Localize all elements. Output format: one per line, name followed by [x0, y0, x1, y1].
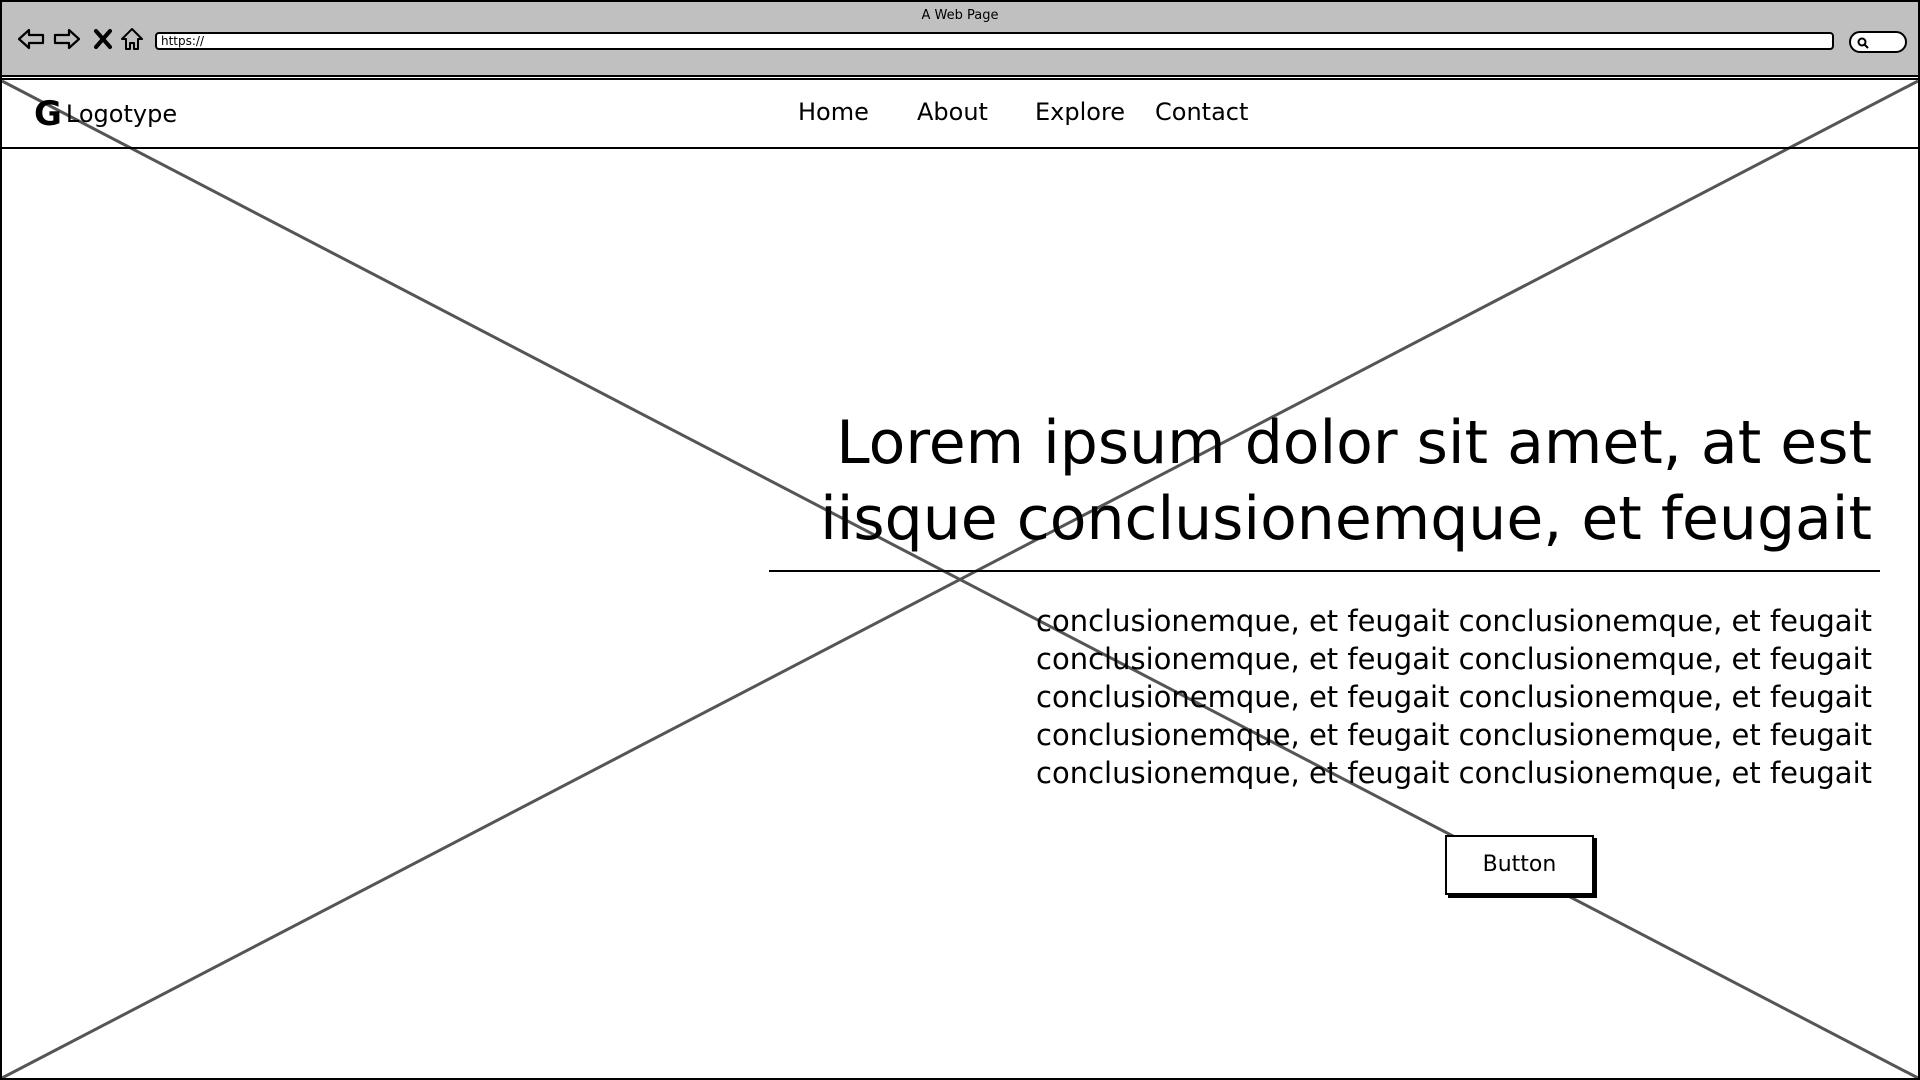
- close-icon[interactable]: [88, 24, 118, 54]
- hero-button[interactable]: Button: [1445, 835, 1594, 895]
- logo-icon: G: [34, 94, 62, 134]
- browser-window: A Web Page https:// G Logotype Home Abou…: [0, 0, 1920, 1080]
- hero-heading: Lorem ipsum dolor sit amet, at est iisqu…: [820, 408, 1872, 554]
- logo-text: Logotype: [65, 100, 178, 128]
- nav-link-explore[interactable]: Explore: [1035, 98, 1125, 126]
- back-arrow-icon[interactable]: [16, 24, 46, 54]
- window-title: A Web Page: [921, 8, 999, 23]
- url-input[interactable]: https://: [155, 32, 1834, 50]
- browser-search-button[interactable]: [1849, 31, 1907, 53]
- forward-arrow-icon[interactable]: [52, 24, 82, 54]
- nav-link-home[interactable]: Home: [798, 98, 869, 126]
- browser-toolbar: A Web Page https://: [2, 2, 1918, 77]
- home-icon[interactable]: [117, 24, 147, 54]
- nav-link-contact[interactable]: Contact: [1155, 98, 1248, 126]
- chrome-divider: [2, 78, 1918, 80]
- logo[interactable]: G Logotype: [34, 97, 177, 131]
- hero-divider: [769, 570, 1880, 572]
- hero-body-text: conclusionemque, et feugait conclusionem…: [1036, 604, 1872, 790]
- nav-link-about[interactable]: About: [917, 98, 988, 126]
- search-icon: [1857, 37, 1869, 49]
- site-header: G Logotype Home About Explore Contact: [2, 81, 1918, 149]
